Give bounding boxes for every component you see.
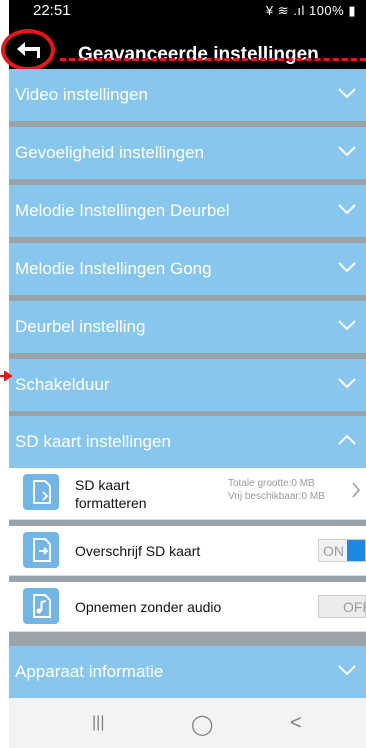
section-label: Video instellingen — [15, 85, 148, 104]
section-video[interactable]: Video instellingen — [9, 69, 366, 121]
toggle-state: ON — [323, 543, 344, 559]
section-label: Apparaat informatie — [15, 662, 164, 681]
sd-format-label-line2: formatteren — [75, 495, 147, 511]
section-label: Schakelduur — [15, 375, 110, 394]
back-button[interactable] — [1, 29, 55, 71]
record-no-audio-row: Opnemen zonder audio OFF — [9, 582, 366, 632]
chevron-down-icon — [338, 320, 356, 331]
overwrite-toggle[interactable]: ON — [318, 539, 366, 562]
no-audio-toggle[interactable]: OFF — [318, 595, 366, 618]
status-time: 22:51 — [33, 2, 71, 19]
chevron-down-icon — [338, 665, 356, 676]
sd-overwrite-row: Overschrijf SD kaart ON — [9, 526, 366, 576]
sd-free-space: Vrij beschikbaar:0 MB — [228, 491, 325, 502]
annotation-dash-line — [60, 58, 366, 61]
record-no-audio-label: Opnemen zonder audio — [75, 599, 222, 615]
section-label: Melodie Instellingen Gong — [15, 259, 212, 278]
page-title: Geavanceerde instellingen — [78, 44, 319, 65]
section-label: Melodie Instellingen Deurbel — [15, 201, 230, 220]
system-nav-bar: ||| ◯ < — [9, 698, 366, 748]
chevron-down-icon — [338, 88, 356, 99]
chevron-down-icon — [338, 262, 356, 273]
section-switch-duration[interactable]: Schakelduur — [9, 359, 366, 411]
sd-overwrite-label: Overschrijf SD kaart — [75, 543, 201, 559]
sd-storage-info: Totale grootte:0 MB Vrij beschikbaar:0 M… — [228, 477, 325, 503]
section-melody-doorbell[interactable]: Melodie Instellingen Deurbel — [9, 185, 366, 237]
section-label: SD kaart instellingen — [15, 432, 171, 451]
back-arrow-icon — [17, 42, 40, 58]
music-settings-icon — [23, 588, 59, 624]
recent-apps-button[interactable]: ||| — [92, 714, 104, 732]
chevron-down-icon — [338, 204, 356, 215]
chevron-down-icon — [338, 146, 356, 157]
section-melody-gong[interactable]: Melodie Instellingen Gong — [9, 243, 366, 295]
toggle-state: OFF — [343, 599, 366, 615]
annotation-arrow-icon — [0, 371, 12, 381]
chevron-right-icon — [352, 482, 360, 498]
overwrite-icon — [23, 532, 59, 568]
status-icons: ¥ ≋ .ıl 100% ▮ — [265, 3, 356, 18]
toggle-knob — [347, 540, 365, 561]
section-sd-card[interactable]: SD kaart instellingen — [9, 416, 366, 468]
sd-format-row[interactable]: SD kaart formatteren Totale grootte:0 MB… — [9, 468, 366, 520]
chevron-down-icon — [338, 378, 356, 389]
section-label: Gevoeligheid instellingen — [15, 143, 205, 162]
sd-format-label: SD kaart formatteren — [75, 476, 147, 512]
sd-card-icon — [23, 474, 59, 510]
chevron-up-icon — [338, 434, 356, 445]
section-sensitivity[interactable]: Gevoeligheid instellingen — [9, 127, 366, 179]
section-doorbell[interactable]: Deurbel instelling — [9, 301, 366, 353]
section-device-info[interactable]: Apparaat informatie — [9, 646, 366, 698]
back-nav-button[interactable]: < — [290, 712, 302, 735]
section-label: Deurbel instelling — [15, 317, 146, 336]
sd-total-size: Totale grootte:0 MB — [228, 478, 315, 489]
settings-list: Video instellingen Gevoeligheid instelli… — [9, 69, 366, 698]
home-button[interactable]: ◯ — [191, 712, 213, 737]
sd-format-label-line1: SD kaart — [75, 477, 130, 493]
